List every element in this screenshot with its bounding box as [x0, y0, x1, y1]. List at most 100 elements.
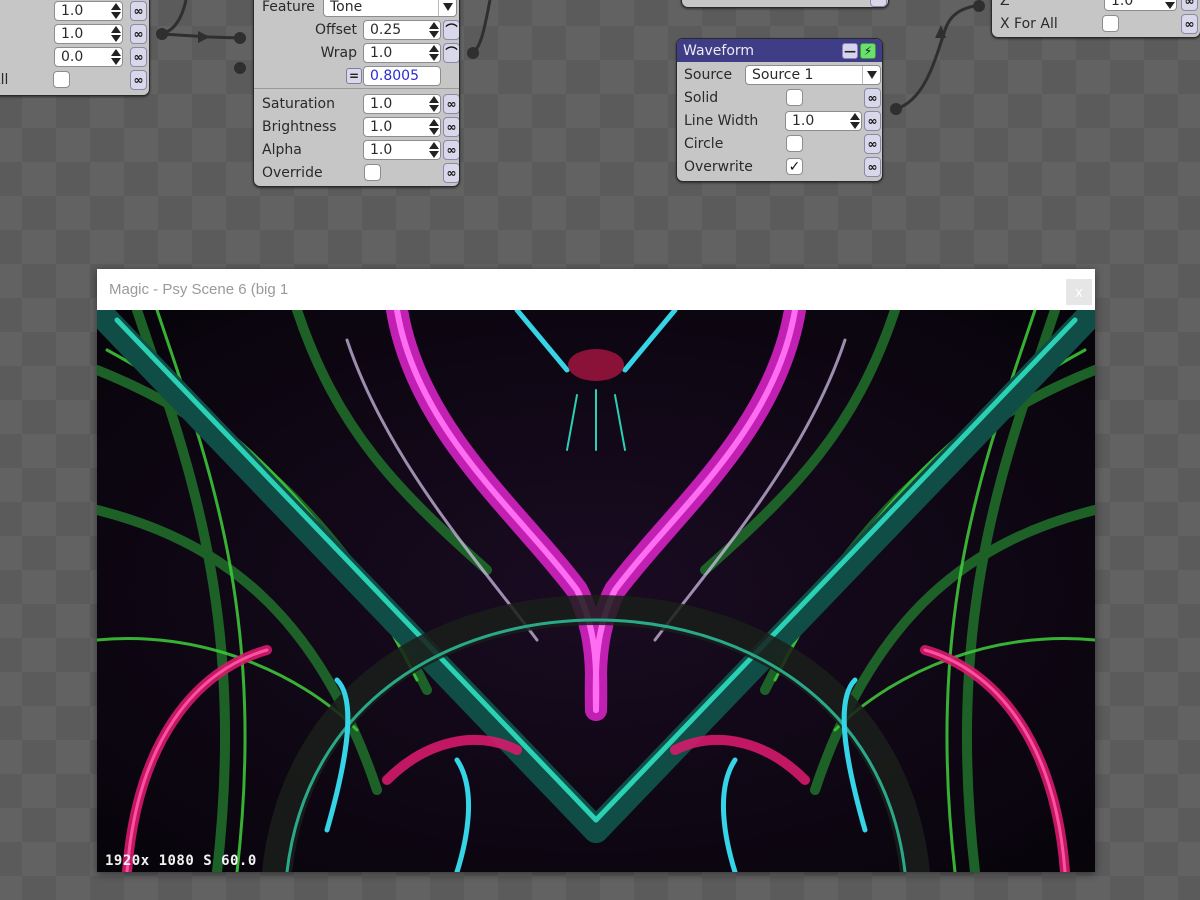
equals-button[interactable]: = [346, 67, 362, 84]
readout-row: = 0.8005 [254, 64, 459, 87]
saturation-spinner[interactable]: 1.0 [363, 93, 441, 114]
link-icon[interactable]: ∞ [130, 69, 147, 90]
circle-checkbox[interactable] [786, 135, 803, 152]
line-width-spinner[interactable]: 1.0 [785, 110, 862, 131]
offset-row: Offset 0.25 ⌒ [254, 18, 459, 41]
top-middle-node: ∞ [681, 0, 889, 8]
alpha-row: Alpha 1.0 ∞ [254, 138, 459, 161]
render-stats: 1920x 1080 S 60.0 [105, 853, 257, 869]
psychedelic-render-image [97, 310, 1095, 872]
z-row: Z 1.0 ∞ [992, 0, 1200, 12]
wire-waveform-out [895, 3, 981, 111]
spin-arrows-icon[interactable] [1164, 0, 1175, 9]
circle-label: Circle [684, 135, 724, 152]
all-label: All [0, 71, 9, 88]
wire-left-to-color [161, 32, 241, 40]
section-divider [254, 88, 459, 89]
solid-checkbox[interactable] [786, 89, 803, 106]
link-icon[interactable]: ∞ [864, 156, 881, 177]
waveform-node: Waveform — ⚡ Source Source 1 Solid ∞ Lin… [676, 38, 883, 182]
link-icon[interactable]: ∞ [443, 139, 459, 160]
link-icon[interactable]: ∞ [870, 0, 887, 7]
value-readout: 0.8005 [363, 65, 441, 86]
override-label: Override [262, 164, 323, 181]
spin-arrows-icon[interactable] [428, 141, 439, 158]
all-checkbox[interactable] [53, 71, 70, 88]
chevron-down-icon[interactable] [438, 0, 456, 16]
spin-arrows-icon[interactable] [428, 95, 439, 112]
alpha-spinner[interactable]: 1.0 [363, 139, 441, 160]
link-icon[interactable]: ∞ [864, 87, 881, 108]
spin-arrows-icon[interactable] [428, 21, 439, 38]
audio-link-icon[interactable]: ⌒ [443, 19, 459, 40]
transform-node: Z 1.0 ∞ X For All ∞ [991, 0, 1200, 38]
chevron-down-icon[interactable] [862, 65, 880, 84]
link-icon[interactable]: ∞ [130, 23, 147, 44]
link-icon[interactable]: ∞ [864, 133, 881, 154]
left-row-1: 1.0 ∞ [0, 0, 149, 22]
link-icon[interactable]: ∞ [443, 93, 459, 114]
left-spinner-2[interactable]: 1.0 [54, 23, 123, 44]
minimize-icon[interactable]: — [842, 42, 858, 59]
spin-arrows-icon[interactable] [110, 25, 121, 42]
node-canvas[interactable]: 1.0 ∞ 1.0 ∞ 0.0 ∞ All ∞ Featu [0, 0, 1200, 900]
left-row-3: 0.0 ∞ [0, 45, 149, 68]
feature-label: Feature [262, 0, 315, 15]
overwrite-checkbox[interactable]: ✓ [786, 158, 803, 175]
waveform-header[interactable]: Waveform — ⚡ [677, 39, 882, 62]
window-titlebar[interactable]: Magic - Psy Scene 6 (big 1 x [97, 269, 1095, 310]
link-icon[interactable]: ∞ [130, 0, 147, 21]
link-icon[interactable]: ∞ [1181, 13, 1198, 34]
window-title: Magic - Psy Scene 6 (big 1 [109, 281, 289, 298]
spin-arrows-icon[interactable] [849, 112, 860, 129]
saturation-row: Saturation 1.0 ∞ [254, 92, 459, 115]
close-icon[interactable]: x [1066, 279, 1092, 305]
source-row: Source Source 1 [677, 63, 882, 86]
link-icon[interactable]: ∞ [864, 110, 881, 131]
source-label: Source [684, 66, 733, 83]
z-spinner[interactable]: 1.0 [1104, 0, 1177, 11]
z-label: Z [1000, 0, 1010, 9]
link-icon[interactable]: ∞ [1181, 0, 1198, 11]
wire-color-out [471, 0, 492, 55]
wire-port [234, 62, 246, 74]
enable-bolt-icon[interactable]: ⚡ [860, 42, 876, 59]
spin-arrows-icon[interactable] [110, 2, 121, 19]
feature-dropdown[interactable]: Tone [323, 0, 457, 17]
overwrite-label: Overwrite [684, 158, 753, 175]
wrap-spinner[interactable]: 1.0 [363, 42, 441, 63]
left-spinner-3[interactable]: 0.0 [54, 46, 123, 67]
left-spinner-1[interactable]: 1.0 [54, 0, 123, 21]
solid-label: Solid [684, 89, 719, 106]
link-icon[interactable]: ∞ [130, 46, 147, 67]
offset-label: Offset [314, 21, 357, 38]
source-dropdown[interactable]: Source 1 [745, 64, 881, 85]
x-for-all-checkbox[interactable] [1102, 15, 1119, 32]
feature-row: Feature Tone [254, 0, 459, 18]
color-node: Feature Tone Offset 0.25 ⌒ Wrap 1.0 ⌒ = [253, 0, 460, 187]
brightness-spinner[interactable]: 1.0 [363, 116, 441, 137]
override-checkbox[interactable] [364, 164, 381, 181]
audio-link-icon[interactable]: ⌒ [443, 42, 459, 63]
output-window: Magic - Psy Scene 6 (big 1 x 1920x 1080 … [97, 269, 1095, 872]
x-for-all-row: X For All ∞ [992, 12, 1200, 35]
left-row-2: 1.0 ∞ [0, 22, 149, 45]
line-width-label: Line Width [684, 112, 759, 129]
spin-arrows-icon[interactable] [110, 48, 121, 65]
wire-left-up [161, 0, 188, 36]
brightness-label: Brightness [262, 118, 337, 135]
link-icon[interactable]: ∞ [443, 162, 459, 183]
spin-arrows-icon[interactable] [428, 118, 439, 135]
render-viewport[interactable]: 1920x 1080 S 60.0 [97, 310, 1095, 872]
wrap-row: Wrap 1.0 ⌒ [254, 41, 459, 64]
spin-arrows-icon[interactable] [428, 44, 439, 61]
override-row: Override ∞ [254, 161, 459, 184]
overwrite-row: Overwrite ✓ ∞ [677, 155, 882, 178]
offset-spinner[interactable]: 0.25 [363, 19, 441, 40]
saturation-label: Saturation [262, 95, 335, 112]
header-buttons: — ⚡ [842, 42, 876, 59]
link-icon[interactable]: ∞ [443, 116, 459, 137]
wrap-label: Wrap [320, 44, 357, 61]
brightness-row: Brightness 1.0 ∞ [254, 115, 459, 138]
waveform-title: Waveform [683, 42, 755, 59]
